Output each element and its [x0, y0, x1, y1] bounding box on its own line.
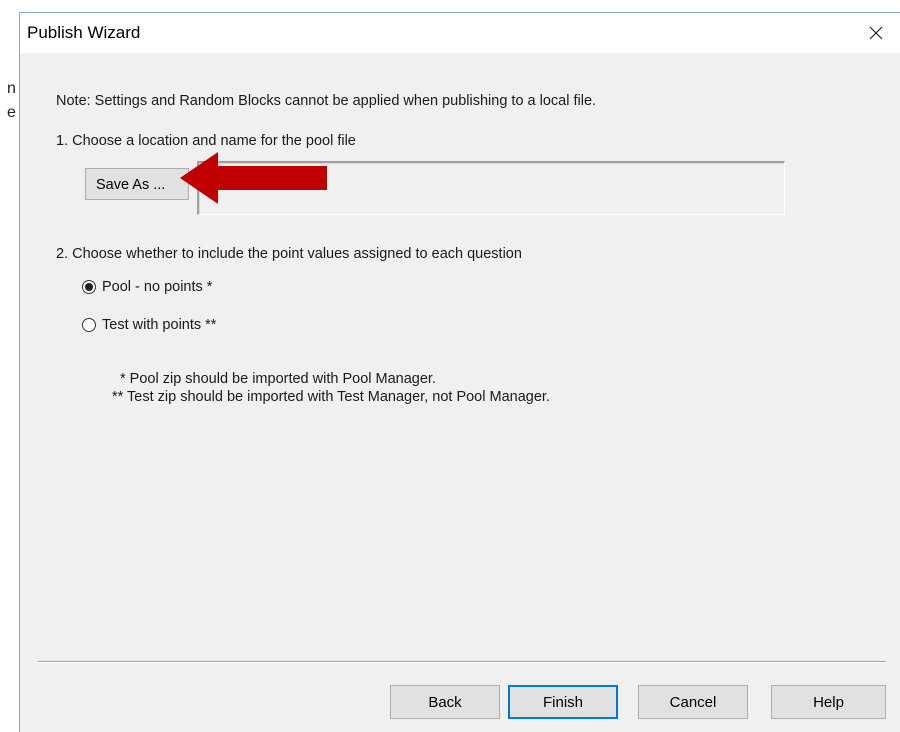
radio-label: Pool - no points * — [102, 279, 213, 295]
window-title: Publish Wizard — [27, 23, 141, 42]
cancel-button[interactable]: Cancel — [638, 685, 748, 719]
title-bar: Publish Wizard — [20, 13, 900, 53]
background-text: n — [7, 80, 16, 97]
publish-wizard-dialog: Publish Wizard Note: Settings and Random… — [19, 12, 900, 732]
radio-button-checked[interactable] — [82, 280, 96, 294]
step2-label: 2. Choose whether to include the point v… — [56, 246, 522, 262]
footnote-pool: * Pool zip should be imported with Pool … — [120, 371, 436, 387]
help-button[interactable]: Help — [771, 685, 886, 719]
radio-button[interactable] — [82, 318, 96, 332]
background-text: e — [7, 104, 16, 121]
note-text: Note: Settings and Random Blocks cannot … — [56, 93, 597, 109]
radio-test-with-points[interactable]: Test with points ** — [82, 317, 216, 333]
step1-label: 1. Choose a location and name for the po… — [56, 133, 356, 149]
separator — [38, 661, 886, 663]
radio-label: Test with points ** — [102, 317, 217, 333]
close-button[interactable] — [851, 13, 900, 53]
red-arrow-annotation — [180, 152, 327, 204]
back-button[interactable]: Back — [390, 685, 500, 719]
save-as-button[interactable]: Save As ... — [85, 168, 189, 200]
radio-pool-no-points[interactable]: Pool - no points * — [82, 279, 212, 295]
finish-button[interactable]: Finish — [508, 685, 618, 719]
background-window-fragment: n e — [0, 0, 20, 731]
close-icon — [869, 26, 883, 40]
footnote-test: ** Test zip should be imported with Test… — [112, 389, 550, 405]
